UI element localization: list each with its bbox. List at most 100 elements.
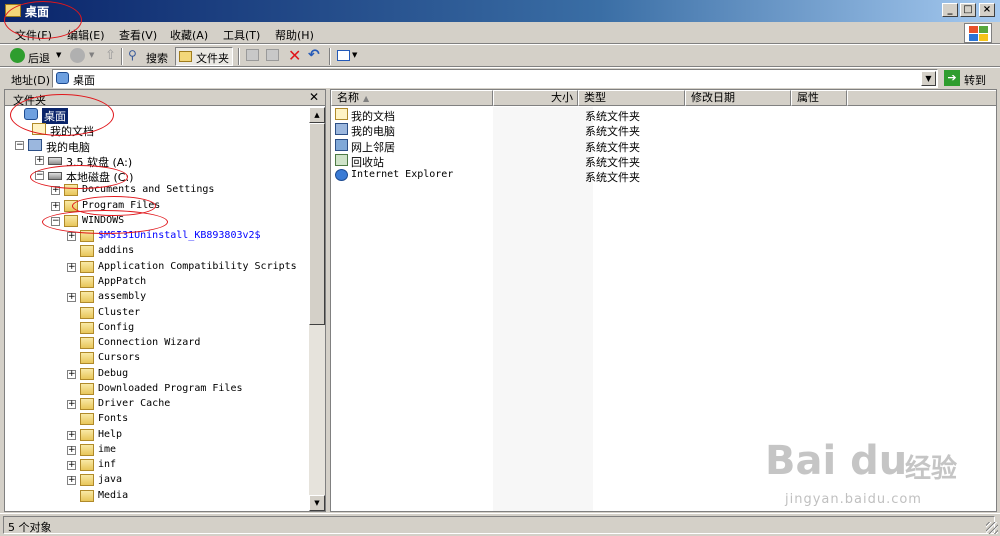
folder-icon bbox=[80, 459, 94, 472]
floppy-icon bbox=[48, 156, 62, 165]
file-row[interactable]: 我的文档 系统文件夹 bbox=[331, 107, 996, 123]
chevron-down-icon[interactable]: ▼ bbox=[56, 51, 61, 59]
annotation-circle bbox=[10, 94, 114, 136]
annotation-circle bbox=[30, 165, 128, 189]
menu-view[interactable]: 查看(V) bbox=[119, 27, 157, 43]
file-row[interactable]: 我的电脑 系统文件夹 bbox=[331, 122, 996, 138]
expand-icon[interactable]: + bbox=[67, 232, 76, 242]
folders-label: 文件夹 bbox=[196, 52, 229, 65]
tree-node-label: Debug bbox=[98, 367, 129, 379]
column-header-size[interactable]: 大小 bbox=[493, 90, 578, 106]
expand-icon[interactable]: + bbox=[67, 369, 76, 379]
copy-to-icon bbox=[266, 49, 279, 61]
ie-icon bbox=[335, 169, 348, 182]
folder-icon bbox=[80, 352, 94, 365]
close-button[interactable]: × bbox=[979, 3, 995, 17]
collapse-icon[interactable]: − bbox=[15, 140, 24, 150]
folder-icon bbox=[80, 398, 94, 411]
tree-node-label: Downloaded Program Files bbox=[98, 382, 243, 394]
baidu-watermark: Bai du 经验 jingyan.baidu.com bbox=[765, 438, 965, 518]
file-row[interactable]: 网上邻居 系统文件夹 bbox=[331, 138, 996, 154]
expand-icon[interactable]: + bbox=[67, 400, 76, 410]
windows-logo-icon bbox=[964, 23, 992, 43]
folder-icon bbox=[80, 367, 94, 380]
move-to-icon bbox=[246, 49, 259, 61]
annotation-circle bbox=[4, 1, 82, 39]
go-button[interactable]: ➔ 转到 bbox=[942, 69, 994, 88]
status-text: 5 个对象 bbox=[8, 521, 52, 534]
network-icon bbox=[335, 138, 348, 151]
tree-node-label: 我的电脑 bbox=[46, 140, 90, 154]
tree-node-label: Application Compatibility Scripts bbox=[98, 260, 297, 272]
column-header-attributes[interactable]: 属性 bbox=[791, 90, 847, 106]
forward-button[interactable]: ▼ bbox=[68, 47, 100, 66]
search-label: 搜索 bbox=[146, 52, 168, 65]
scroll-up-button[interactable]: ▲ bbox=[309, 107, 325, 123]
tree-node-label: Media bbox=[98, 489, 129, 501]
toolbar: 后退 ▼ ▼ ⇧ ⚲ 搜索 文件夹 ✕ ↶ ▼ bbox=[0, 44, 1000, 67]
toolbar-separator bbox=[238, 48, 240, 65]
expand-icon[interactable]: + bbox=[67, 461, 76, 471]
expand-icon[interactable]: + bbox=[67, 293, 76, 303]
documents-icon bbox=[335, 108, 348, 120]
column-header-modified[interactable]: 修改日期 bbox=[685, 90, 791, 106]
tree-node-label: Config bbox=[98, 321, 135, 333]
tree-node-label: Connection Wizard bbox=[98, 337, 201, 349]
copy-to-button[interactable] bbox=[265, 47, 281, 66]
column-header-name[interactable]: 名称 ▲ bbox=[331, 90, 493, 106]
expand-icon[interactable]: + bbox=[51, 201, 60, 211]
maximize-button[interactable]: □ bbox=[960, 3, 976, 17]
expand-icon[interactable]: + bbox=[67, 430, 76, 440]
back-arrow-icon bbox=[10, 48, 25, 63]
file-row[interactable]: Internet Explorer 系统文件夹 bbox=[331, 168, 996, 184]
undo-icon: ↶ bbox=[308, 47, 320, 63]
scroll-thumb[interactable] bbox=[309, 123, 325, 325]
expand-icon[interactable]: + bbox=[67, 476, 76, 486]
tree-node-label: Cluster bbox=[98, 306, 141, 318]
toolbar-separator bbox=[329, 48, 331, 65]
menu-favorites[interactable]: 收藏(A) bbox=[170, 27, 208, 43]
folder-icon bbox=[80, 275, 94, 288]
column-header-type[interactable]: 类型 bbox=[578, 90, 685, 106]
computer-icon bbox=[335, 123, 348, 136]
menu-tools[interactable]: 工具(T) bbox=[223, 27, 260, 43]
tree-scrollbar[interactable]: ▲ ▼ bbox=[309, 107, 325, 511]
up-button[interactable]: ⇧ bbox=[102, 47, 118, 66]
chevron-down-icon[interactable]: ▼ bbox=[352, 51, 357, 59]
move-to-button[interactable] bbox=[245, 47, 261, 66]
views-icon bbox=[337, 50, 350, 61]
minimize-button[interactable]: _ bbox=[942, 3, 958, 17]
watermark-logo: Bai du bbox=[765, 438, 908, 484]
search-button[interactable]: ⚲ 搜索 bbox=[126, 47, 172, 66]
tree-node-label: AppPatch bbox=[98, 275, 147, 287]
resize-grip[interactable] bbox=[986, 522, 998, 534]
expand-icon[interactable]: + bbox=[67, 445, 76, 455]
status-panel: 5 个对象 bbox=[3, 516, 995, 534]
views-button[interactable]: ▼ bbox=[335, 47, 359, 66]
folder-icon bbox=[80, 337, 94, 350]
expand-icon[interactable]: + bbox=[67, 262, 76, 272]
watermark-cn: 经验 bbox=[905, 454, 958, 484]
delete-button[interactable]: ✕ bbox=[286, 46, 302, 66]
file-row[interactable]: 回收站 系统文件夹 bbox=[331, 153, 996, 169]
column-name-label: 名称 bbox=[337, 91, 359, 104]
undo-button[interactable]: ↶ bbox=[307, 47, 323, 66]
go-label: 转到 bbox=[964, 74, 986, 87]
column-modified-label: 修改日期 bbox=[691, 91, 735, 104]
column-header-filler bbox=[847, 90, 996, 106]
tree-node-label: Fonts bbox=[98, 413, 129, 425]
computer-icon bbox=[28, 138, 42, 151]
folder-icon bbox=[80, 489, 94, 502]
expand-icon[interactable]: + bbox=[35, 155, 44, 165]
back-button[interactable]: 后退 ▼ bbox=[8, 47, 66, 66]
menu-help[interactable]: 帮助(H) bbox=[275, 27, 314, 43]
scroll-down-button[interactable]: ▼ bbox=[309, 495, 325, 511]
chevron-down-icon[interactable]: ▼ bbox=[89, 51, 94, 59]
forward-arrow-icon bbox=[70, 48, 85, 63]
close-icon[interactable]: ✕ bbox=[309, 90, 319, 104]
column-type-label: 类型 bbox=[584, 91, 606, 104]
address-input[interactable]: 桌面 ▼ bbox=[52, 69, 938, 88]
folders-button[interactable]: 文件夹 bbox=[175, 47, 233, 66]
title-bar: 桌面 _ □ × bbox=[0, 0, 1000, 22]
address-dropdown-button[interactable]: ▼ bbox=[921, 71, 936, 86]
